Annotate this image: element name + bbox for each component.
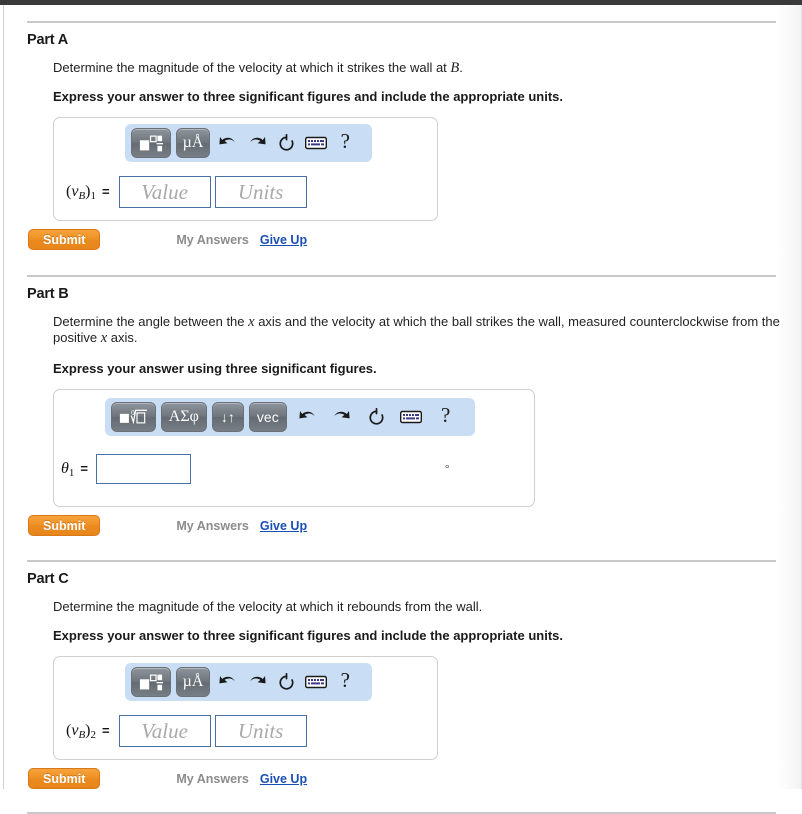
part-a-units-placeholder: Units (237, 179, 284, 204)
part-a-instruction: Express your answer to three significant… (53, 89, 563, 104)
redo-icon[interactable] (244, 667, 269, 697)
part-c-value-placeholder: Value (141, 718, 188, 743)
page-frame: Part A Determine the magnitude of the ve… (0, 0, 802, 814)
reset-icon[interactable] (274, 128, 299, 158)
greek-symbols-label: ΑΣφ (168, 408, 199, 425)
part-a-block: Part A Determine the magnitude of the ve… (0, 32, 802, 250)
help-icon-label: ? (340, 129, 350, 153)
keyboard-icon[interactable] (303, 667, 328, 697)
vector-icon[interactable]: vec (248, 402, 287, 432)
vector-label: vec (256, 409, 279, 425)
part-a-question-post: . (459, 60, 463, 75)
redo-icon[interactable] (326, 402, 357, 432)
part-c-input-row: (v B) 2 = Value Units (54, 715, 437, 747)
part-a-give-up-link[interactable]: Give Up (260, 233, 307, 247)
part-a-toolbar: µÅ ? (125, 124, 372, 162)
part-a-submit-button[interactable]: Submit (28, 229, 101, 250)
part-b-give-up-link[interactable]: Give Up (260, 519, 307, 533)
part-b-answer-base: θ (61, 460, 69, 477)
part-c-answer-panel: µÅ ? (v B) 2 = Value Units (53, 656, 438, 760)
keyboard-icon[interactable] (303, 128, 328, 158)
help-icon[interactable]: ? (333, 666, 358, 699)
part-a-answer-index: 1 (90, 190, 97, 202)
template-icon[interactable] (131, 128, 171, 158)
part-a-value-input[interactable]: Value (118, 176, 211, 208)
divider-above-part-c (27, 560, 776, 562)
part-b-toolbar: 0 ΑΣφ ↓↑ vec ? (105, 398, 475, 436)
part-c-action-row: Submit My Answers Give Up (28, 768, 802, 789)
part-a-question: Determine the magnitude of the velocity … (53, 60, 788, 76)
part-c-answer-index: 2 (90, 729, 97, 741)
part-a-answer-subscript: B (78, 190, 86, 202)
help-icon[interactable]: ? (333, 127, 358, 160)
undo-icon[interactable] (215, 128, 240, 158)
help-icon-label: ? (441, 403, 451, 427)
greek-symbols-icon[interactable]: ΑΣφ (160, 402, 207, 432)
part-c-value-input[interactable]: Value (118, 715, 211, 747)
part-a-title: Part A (27, 32, 68, 48)
reset-icon[interactable] (361, 402, 392, 432)
undo-icon[interactable] (215, 667, 240, 697)
part-c-give-up-link[interactable]: Give Up (260, 772, 307, 786)
part-b-my-answers-link[interactable]: My Answers (176, 519, 248, 533)
part-c-answer-base: v (71, 722, 79, 739)
part-a-units-input[interactable]: Units (214, 176, 307, 208)
undo-icon[interactable] (292, 402, 323, 432)
problem-content: Part A Determine the magnitude of the ve… (0, 5, 802, 814)
part-b-action-row: Submit My Answers Give Up (28, 515, 802, 536)
part-c-units-placeholder: Units (237, 718, 284, 743)
divider-above-part-b (27, 275, 776, 277)
part-a-my-answers-link[interactable]: My Answers (176, 233, 248, 247)
help-icon[interactable]: ? (430, 401, 461, 434)
part-a-action-row: Submit My Answers Give Up (28, 229, 802, 250)
part-b-input-row: θ1 = ° (54, 454, 534, 484)
part-a-answer-label: (v B) 1 = (66, 183, 110, 202)
part-c-my-answers-link[interactable]: My Answers (176, 772, 248, 786)
part-a-answer-panel: µÅ ? (v B) 1 = Value Units (53, 117, 438, 221)
part-a-value-placeholder: Value (141, 179, 188, 204)
template-icon[interactable] (131, 667, 171, 697)
part-b-title: Part B (27, 286, 69, 302)
part-b-degree-unit: ° (444, 463, 450, 475)
part-b-block: Part B Determine the angle between the x… (0, 286, 802, 536)
part-a-question-pre: Determine the magnitude of the velocity … (53, 60, 451, 75)
reset-icon[interactable] (274, 667, 299, 697)
part-b-submit-button[interactable]: Submit (28, 515, 101, 536)
template-icon[interactable]: 0 (111, 402, 156, 432)
subscript-superscript-icon[interactable]: ↓↑ (211, 402, 244, 432)
part-c-answer-subscript: B (78, 729, 86, 741)
part-b-question-post-2: axis. (107, 330, 138, 345)
part-c-units-input[interactable]: Units (214, 715, 307, 747)
part-b-equals: = (80, 461, 88, 476)
part-b-answer-label: θ1 = (61, 460, 88, 479)
part-a-question-variable: B (450, 60, 460, 76)
part-b-answer-panel: 0 ΑΣφ ↓↑ vec ? θ 1 = ° (53, 389, 535, 507)
part-b-question-pre: Determine the angle between the (53, 314, 249, 329)
units-icon[interactable]: µÅ (176, 128, 210, 158)
part-c-question-pre: Determine the magnitude of the velocity … (53, 599, 483, 614)
part-c-title: Part C (27, 571, 69, 587)
help-icon-label: ? (340, 668, 350, 692)
part-c-answer-label: (v B) 2 = (66, 722, 110, 741)
units-icon-label: µÅ (182, 673, 204, 690)
units-icon[interactable]: µÅ (176, 667, 210, 697)
part-c-question: Determine the magnitude of the velocity … (53, 599, 788, 615)
part-b-instruction: Express your answer using three signific… (53, 361, 377, 376)
part-a-equals: = (102, 184, 110, 199)
part-c-equals: = (102, 723, 110, 738)
units-icon-label: µÅ (182, 134, 204, 151)
part-c-instruction: Express your answer to three significant… (53, 628, 563, 643)
part-c-toolbar: µÅ ? (125, 663, 372, 701)
part-a-answer-base: v (71, 183, 79, 200)
part-a-input-row: (v B) 1 = Value Units (54, 176, 437, 208)
part-b-answer-index: 1 (68, 467, 75, 479)
part-c-block: Part C Determine the magnitude of the ve… (0, 571, 802, 789)
part-b-question: Determine the angle between the x axis a… (53, 314, 793, 346)
divider-above-part-a (27, 21, 776, 23)
redo-icon[interactable] (244, 128, 269, 158)
part-c-submit-button[interactable]: Submit (28, 768, 101, 789)
keyboard-icon[interactable] (396, 402, 427, 432)
subscript-superscript-label: ↓↑ (220, 409, 235, 425)
part-b-answer-input[interactable] (95, 454, 191, 484)
